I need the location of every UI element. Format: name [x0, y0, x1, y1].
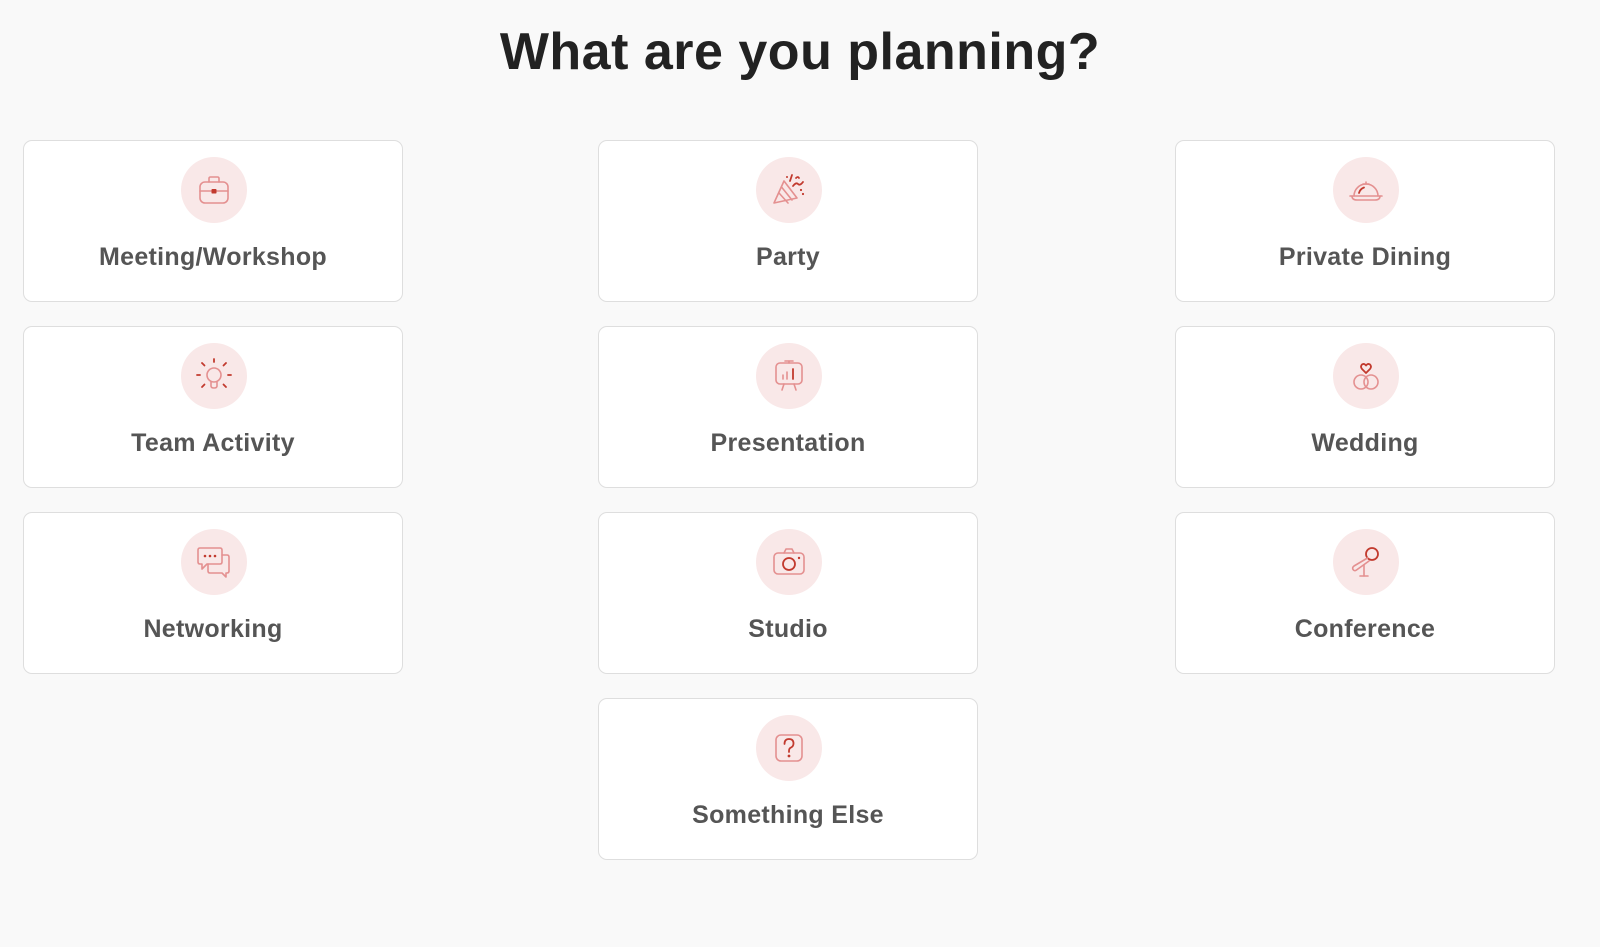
option-label: Party: [755, 243, 821, 271]
page-title: What are you planning?: [499, 23, 1101, 81]
option-label: Conference: [1294, 615, 1436, 643]
option-label: Networking: [143, 615, 283, 643]
party-popper-icon: [756, 157, 822, 223]
option-card-team-activity[interactable]: Team Activity: [23, 326, 403, 488]
option-card-networking[interactable]: Networking: [23, 512, 403, 674]
option-card-studio[interactable]: Studio: [598, 512, 978, 674]
option-card-wedding[interactable]: Wedding: [1175, 326, 1555, 488]
option-label: Team Activity: [131, 429, 295, 457]
option-card-meeting-workshop[interactable]: Meeting/Workshop: [23, 140, 403, 302]
chat-bubbles-icon: [181, 529, 247, 595]
lightbulb-icon: [181, 343, 247, 409]
camera-icon: [756, 529, 822, 595]
presentation-board-icon: [756, 343, 822, 409]
option-card-conference[interactable]: Conference: [1175, 512, 1555, 674]
option-label: Something Else: [692, 801, 884, 829]
option-label: Meeting/Workshop: [99, 243, 327, 271]
option-card-something-else[interactable]: Something Else: [598, 698, 978, 860]
option-card-presentation[interactable]: Presentation: [598, 326, 978, 488]
wedding-rings-icon: [1333, 343, 1399, 409]
option-label: Presentation: [710, 429, 866, 457]
microphone-icon: [1333, 529, 1399, 595]
option-label: Wedding: [1311, 429, 1419, 457]
briefcase-icon: [181, 157, 247, 223]
option-card-party[interactable]: Party: [598, 140, 978, 302]
option-card-private-dining[interactable]: Private Dining: [1175, 140, 1555, 302]
option-label: Studio: [748, 615, 828, 643]
option-label: Private Dining: [1278, 243, 1452, 271]
question-mark-icon: [756, 715, 822, 781]
cloche-icon: [1333, 157, 1399, 223]
